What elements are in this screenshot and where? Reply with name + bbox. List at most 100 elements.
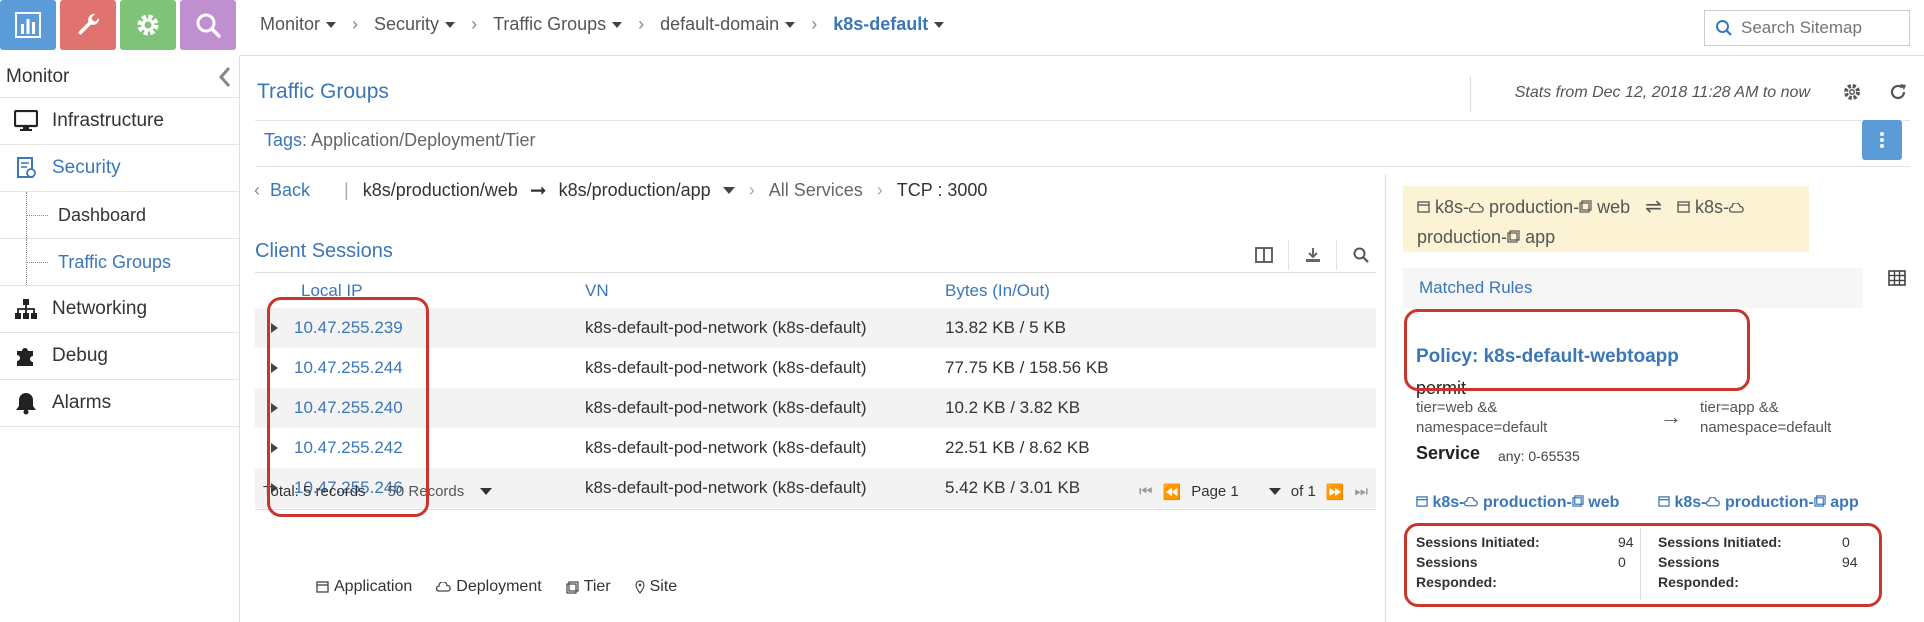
column-header-local-ip[interactable]: Local IP — [255, 281, 585, 301]
expand-row-icon[interactable] — [271, 363, 278, 373]
next-page-icon[interactable]: ⏩ — [1326, 483, 1345, 501]
tags: Tags: Application/Deployment/Tier — [264, 130, 535, 151]
chevron-right-icon: › — [471, 14, 478, 34]
grid-view-button[interactable] — [1888, 270, 1906, 291]
columns-icon — [1255, 247, 1273, 263]
prev-page-icon[interactable]: ⏪ — [1163, 483, 1182, 501]
condition-line: namespace=default — [1416, 419, 1548, 436]
tags-label: Tags: — [264, 130, 308, 150]
monitor-app-button[interactable] — [0, 0, 56, 50]
tier-icon — [1507, 230, 1520, 243]
security-doc-icon — [12, 154, 40, 182]
service-label: Service — [1416, 443, 1481, 463]
local-ip-link[interactable]: 10.47.255.240 — [294, 398, 403, 418]
arrow-right-icon: ➞ — [529, 180, 547, 202]
tier-icon — [1579, 200, 1592, 213]
dst-deployment-label: production- — [1417, 227, 1508, 247]
total-records: Total: 5 records — [263, 483, 366, 500]
first-page-icon[interactable]: ⏮ — [1139, 483, 1153, 500]
dest-condition: tier=app && namespace=default — [1700, 398, 1831, 438]
search-icon — [1353, 247, 1369, 263]
src-endpoint-link[interactable]: k8s- production- web — [1416, 494, 1619, 512]
back-link[interactable]: ‹ Back — [254, 180, 310, 201]
sidebar-item-alarms[interactable]: Alarms — [0, 380, 239, 427]
last-page-icon[interactable]: ⏭ — [1354, 483, 1368, 500]
expand-row-icon[interactable] — [271, 323, 278, 333]
matched-rules-header[interactable]: Matched Rules — [1403, 268, 1863, 308]
collapse-sidebar-icon[interactable] — [217, 66, 233, 88]
column-header-vn[interactable]: VN — [585, 281, 945, 301]
separator: | — [344, 180, 349, 200]
column-header-bytes[interactable]: Bytes (In/Out) — [945, 281, 1376, 301]
search-input[interactable] — [1741, 18, 1901, 38]
sidebar-item-debug[interactable]: Debug — [0, 333, 239, 380]
breadcrumb-project[interactable]: k8s-default — [833, 14, 945, 35]
table-header: Local IP VN Bytes (In/Out) — [255, 274, 1376, 308]
stat-value: 94 — [1618, 534, 1634, 550]
stat-label: Sessions — [1416, 554, 1478, 570]
breadcrumb-security[interactable]: Security — [374, 14, 456, 35]
dest-group[interactable]: k8s/production/app — [559, 180, 711, 201]
page-select[interactable]: Page 1 of 1 — [1191, 483, 1316, 500]
policy-link[interactable]: Policy: k8s-default-webtoapp — [1416, 346, 1679, 368]
table-row[interactable]: 10.47.255.244 k8s-default-pod-network (k… — [255, 348, 1376, 388]
dst-session-stats: Sessions Initiated: 0 Sessions 94 Responde… — [1658, 532, 1898, 592]
traffic-pair-header: k8s- production- web ⇌ k8s- production- … — [1403, 186, 1809, 252]
sidebar-title-label: Monitor — [6, 65, 70, 87]
chevron-down-icon — [445, 21, 456, 28]
network-icon — [12, 295, 40, 323]
chevron-down-icon[interactable] — [722, 187, 735, 194]
stat-value: 0 — [1618, 554, 1626, 570]
sidebar-item-label: Security — [52, 157, 121, 178]
wrench-icon — [78, 13, 100, 35]
table-row[interactable]: 10.47.255.239 k8s-default-pod-network (k… — [255, 308, 1376, 348]
sidebar-item-traffic-groups[interactable]: Traffic Groups — [0, 239, 239, 286]
traffic-nav: ‹ Back | k8s/production/web ➞ k8s/product… — [254, 178, 987, 203]
src-deployment-label: production- — [1489, 197, 1580, 217]
expand-row-icon[interactable] — [271, 403, 278, 413]
divider — [1470, 76, 1471, 112]
application-icon — [1416, 496, 1428, 507]
breadcrumb-traffic-groups[interactable]: Traffic Groups — [493, 14, 623, 35]
local-ip-link[interactable]: 10.47.255.244 — [294, 358, 403, 378]
legend-item: Deployment — [436, 578, 542, 596]
local-ip-link[interactable]: 10.47.255.239 — [294, 318, 403, 338]
table-row[interactable]: 10.47.255.242 k8s-default-pod-network (k… — [255, 428, 1376, 468]
sidebar-item-security[interactable]: Security — [0, 145, 239, 192]
endpoint-tier: web — [1588, 494, 1620, 511]
local-ip-link[interactable]: 10.47.255.242 — [294, 438, 403, 458]
sidebar-item-dashboard[interactable]: Dashboard — [0, 192, 239, 239]
settings-app-button[interactable] — [120, 0, 176, 50]
breadcrumb-domain[interactable]: default-domain — [660, 14, 796, 35]
page-size-select[interactable]: 50 Records — [388, 483, 493, 500]
condition-line: tier=web && — [1416, 399, 1498, 416]
services-crumb[interactable]: All Services — [769, 180, 863, 201]
columns-button[interactable] — [1240, 240, 1288, 270]
src-session-stats: Sessions Initiated: 94 Sessions 0 Responde… — [1416, 532, 1656, 592]
sidebar-item-label: Infrastructure — [52, 110, 164, 131]
grid-search-button[interactable] — [1336, 240, 1384, 270]
query-app-button[interactable] — [180, 0, 236, 50]
vertical-ellipsis-icon — [1880, 132, 1884, 148]
sitemap-search[interactable] — [1704, 10, 1910, 46]
table-row[interactable]: 10.47.255.240 k8s-default-pod-network (k… — [255, 388, 1376, 428]
more-options-button[interactable] — [1862, 120, 1902, 160]
refresh-button[interactable] — [1888, 82, 1908, 107]
breadcrumb-label: Traffic Groups — [493, 14, 607, 34]
source-group: k8s/production/web — [362, 180, 518, 200]
sidebar-item-networking[interactable]: Networking — [0, 286, 239, 333]
bytes-cell: 10.2 KB / 3.82 KB — [945, 398, 1081, 417]
settings-button[interactable] — [1842, 82, 1862, 107]
configure-app-button[interactable] — [60, 0, 116, 50]
stat-label: Sessions Initiated: — [1416, 534, 1540, 550]
breadcrumb-label: default-domain — [660, 14, 780, 34]
breadcrumb-monitor[interactable]: Monitor — [260, 14, 337, 35]
sidebar-item-infrastructure[interactable]: Infrastructure — [0, 98, 239, 145]
expand-row-icon[interactable] — [271, 443, 278, 453]
stat-label: Responded: — [1416, 574, 1497, 590]
search-icon — [1716, 20, 1732, 36]
export-button[interactable] — [1288, 240, 1336, 270]
dst-endpoint-link[interactable]: k8s- production- app — [1658, 494, 1859, 512]
endpoint-tier: app — [1830, 494, 1859, 511]
bytes-cell: 13.82 KB / 5 KB — [945, 318, 1066, 337]
